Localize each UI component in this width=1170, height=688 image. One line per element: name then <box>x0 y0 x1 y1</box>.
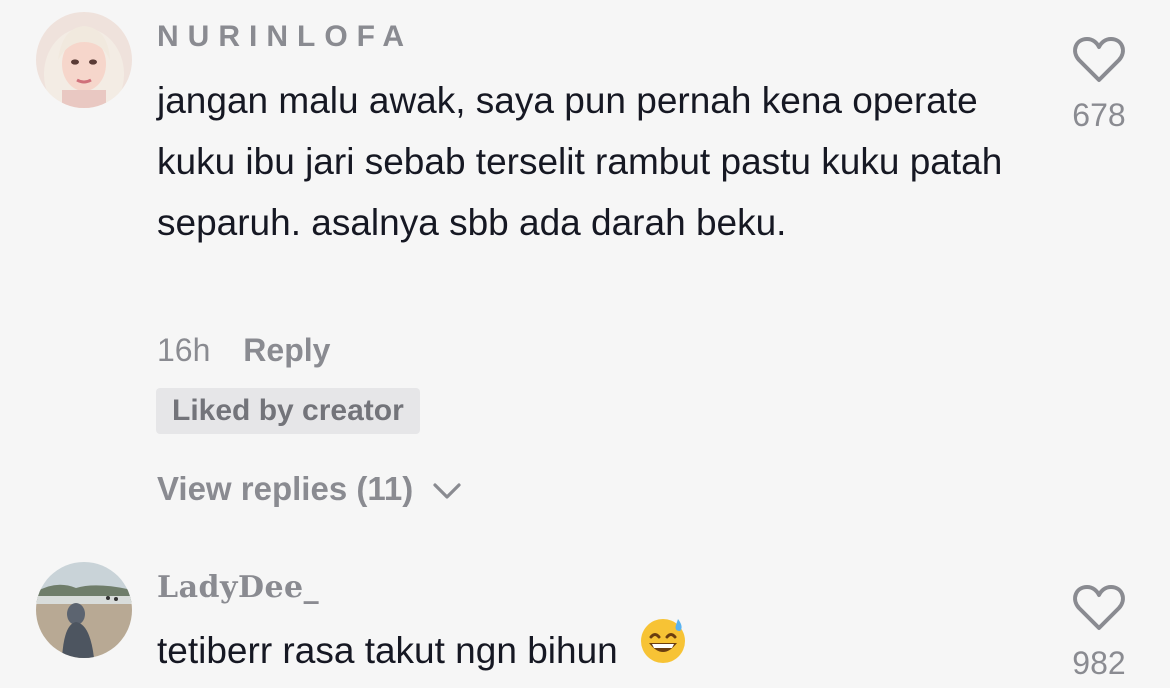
username[interactable]: LadyDee_ <box>157 570 319 605</box>
heart-icon <box>1072 37 1126 88</box>
like-count: 678 <box>1072 97 1126 133</box>
liked-by-creator-badge: Liked by creator <box>156 388 420 434</box>
view-replies-button[interactable]: View replies (11) <box>157 470 462 508</box>
chevron-down-icon <box>432 470 462 508</box>
username[interactable]: NURINLOFA <box>157 20 413 54</box>
comment-time: 16h <box>157 332 211 368</box>
like-button[interactable]: 982 <box>1060 584 1138 682</box>
reply-button[interactable]: Reply <box>243 332 330 368</box>
avatar[interactable] <box>36 12 132 108</box>
comment-item: NURINLOFA jangan malu awak, saya pun per… <box>0 0 1170 540</box>
comment-text: tetiberr rasa takut ngn bihun <box>157 630 618 671</box>
comment-item: LadyDee_ tetiberr rasa takut ngn bihun 9… <box>0 540 1170 688</box>
like-button[interactable]: 678 <box>1060 36 1138 134</box>
like-count: 982 <box>1072 645 1126 681</box>
view-replies-label: View replies (11) <box>157 470 414 507</box>
avatar-beach-photo-icon <box>36 562 132 658</box>
grinning-face-with-sweat-emoji-icon <box>638 615 688 683</box>
avatar-blonde-girl-icon <box>36 12 132 108</box>
avatar[interactable] <box>36 562 132 658</box>
comment-text: jangan malu awak, saya pun pernah kena o… <box>157 80 1003 243</box>
comment-text-row: tetiberr rasa takut ngn bihun <box>157 619 1037 683</box>
heart-icon <box>1072 585 1126 636</box>
comment-meta: 16h Reply <box>157 332 330 369</box>
